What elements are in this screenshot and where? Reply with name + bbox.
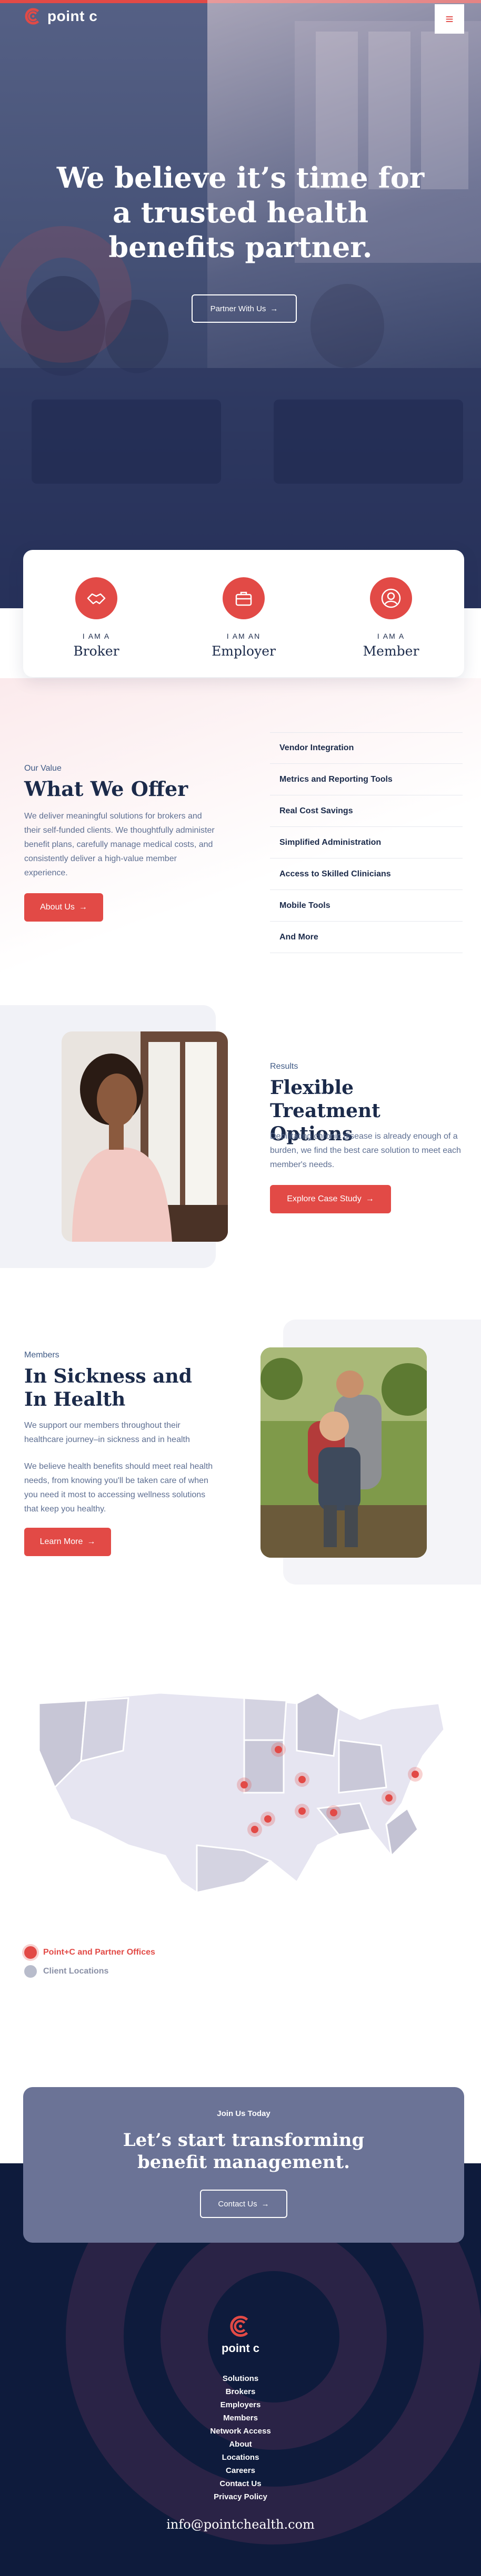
learn-more-button[interactable]: Learn More → [24, 1528, 111, 1556]
persona-role: Employer [212, 643, 276, 659]
user-icon [370, 577, 412, 619]
footer-link-about[interactable]: About [0, 2438, 481, 2451]
page: point c ≡ We believe it’s time for a tru… [0, 0, 481, 2576]
contact-us-button[interactable]: Contact Us → [200, 2190, 287, 2218]
menu-button[interactable]: ≡ [435, 4, 464, 34]
legend-offices-label: Point+C and Partner Offices [43, 1948, 155, 1957]
legend-dot-gray [24, 1965, 37, 1978]
offer-list-item: And More [270, 922, 463, 953]
footer-link-privacy-policy[interactable]: Privacy Policy [0, 2490, 481, 2503]
cta-card: Join Us Today Let’s start transforming b… [23, 2087, 464, 2243]
partner-button-label: Partner With Us [210, 304, 266, 313]
footer-nav: Solutions Brokers Employers Members Netw… [0, 2372, 481, 2503]
arrow-right-icon: → [365, 1194, 374, 1203]
footer-logo-text: point c [221, 2342, 260, 2355]
offer-list-item: Vendor Integration [270, 732, 463, 764]
case-study-label: Explore Case Study [287, 1194, 362, 1203]
offer-list-item: Simplified Administration [270, 827, 463, 858]
results-eyebrow: Results [270, 1062, 298, 1071]
legend-clients: Client Locations [24, 1965, 108, 1978]
footer-link-contact-us[interactable]: Contact Us [0, 2477, 481, 2490]
persona-role: Member [363, 643, 419, 659]
members-title: In Sickness and In Health [24, 1365, 192, 1410]
offer-eyebrow: Our Value [24, 764, 62, 773]
offer-list-item: Mobile Tools [270, 890, 463, 922]
legend-dot-red [24, 1946, 37, 1959]
offer-list-item: Real Cost Savings [270, 795, 463, 827]
contact-us-label: Contact Us [218, 2199, 257, 2209]
arrow-right-icon: → [78, 903, 87, 912]
arrow-right-icon: → [261, 2199, 269, 2209]
persona-eyebrow: I AM A [82, 632, 111, 640]
arrow-right-icon: → [87, 1537, 96, 1546]
hamburger-icon: ≡ [445, 11, 454, 27]
offer-list-item: Metrics and Reporting Tools [270, 764, 463, 795]
persona-role: Broker [73, 643, 119, 659]
offer-list: Vendor Integration Metrics and Reporting… [270, 732, 463, 953]
offer-body: We deliver meaningful solutions for brok… [24, 812, 215, 877]
persona-broker[interactable]: I AM A Broker [44, 577, 149, 659]
persona-card: I AM A Broker I AM AN Employer I AM A Me… [23, 550, 464, 677]
legend-clients-label: Client Locations [43, 1967, 109, 1976]
footer-link-careers[interactable]: Careers [0, 2464, 481, 2477]
footer-link-members[interactable]: Members [0, 2411, 481, 2425]
explore-case-study-button[interactable]: Explore Case Study → [270, 1185, 391, 1213]
results-body: Debilitating chronic disease is already … [270, 1132, 461, 1169]
footer-logo[interactable]: point c [0, 2313, 481, 2355]
footer-link-locations[interactable]: Locations [0, 2451, 481, 2464]
members-eyebrow: Members [24, 1351, 59, 1359]
legend-offices: Point+C and Partner Offices [24, 1946, 155, 1959]
hero-title: We believe it’s time for a trusted healt… [56, 161, 425, 264]
members-body-2: We believe health benefits should meet r… [24, 1462, 213, 1514]
offer-list-item: Access to Skilled Clinicians [270, 858, 463, 890]
persona-eyebrow: I AM A [377, 632, 405, 640]
partner-with-us-button[interactable]: Partner With Us → [192, 294, 297, 323]
hiking-family-photo [260, 1347, 427, 1558]
us-locations-map [23, 1672, 458, 1935]
logo-text: point c [47, 8, 98, 24]
point-c-logo-icon [25, 8, 39, 25]
about-us-button[interactable]: About Us → [24, 893, 103, 922]
cta-eyebrow: Join Us Today [217, 2109, 270, 2118]
persona-eyebrow: I AM AN [226, 632, 261, 640]
members-body-1: We support our members throughout their … [24, 1421, 190, 1444]
briefcase-icon [223, 577, 265, 619]
handshake-icon [75, 577, 117, 619]
woman-at-window-photo [62, 1031, 228, 1242]
footer-link-brokers[interactable]: Brokers [0, 2385, 481, 2398]
logo[interactable]: point c [23, 6, 97, 26]
footer-link-network-access[interactable]: Network Access [0, 2425, 481, 2438]
footer-email-link[interactable]: info@pointchealth.com [0, 2517, 481, 2532]
point-c-logo-icon [230, 2316, 248, 2337]
cta-title: Let’s start transforming benefit managem… [123, 2130, 365, 2173]
learn-more-label: Learn More [39, 1537, 83, 1546]
arrow-right-icon: → [270, 304, 278, 313]
hero-section: point c ≡ We believe it’s time for a tru… [0, 0, 481, 608]
persona-member[interactable]: I AM A Member [338, 577, 444, 659]
about-us-label: About Us [40, 903, 75, 912]
footer-link-employers[interactable]: Employers [0, 2398, 481, 2411]
footer-link-solutions[interactable]: Solutions [0, 2372, 481, 2385]
offer-title: What We Offer [24, 777, 188, 801]
persona-employer[interactable]: I AM AN Employer [191, 577, 296, 659]
